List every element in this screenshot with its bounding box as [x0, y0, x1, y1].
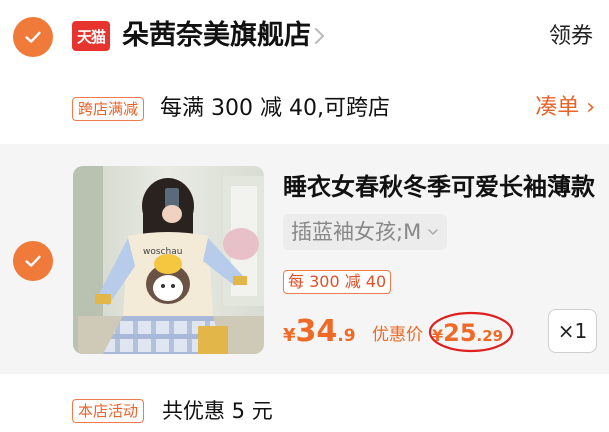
discount-price-label: 优惠价: [372, 325, 423, 345]
check-icon: [25, 31, 41, 43]
item-price: ¥34.9: [283, 314, 356, 349]
item-discount-tag: 每 300 减 40: [283, 270, 392, 294]
cross-store-discount-tag: 跨店满减: [72, 97, 145, 121]
combine-order-link[interactable]: 凑单 ›: [535, 92, 595, 124]
promo-description: 每满 300 减 40,可跨店: [160, 96, 390, 121]
store-activity-row: 本店活动 共优惠 5 元: [0, 374, 609, 432]
tmall-logo: 天猫: [72, 21, 110, 51]
sku-selector[interactable]: 插蓝袖女孩;M: [283, 214, 448, 250]
total-discount-text: 共优惠 5 元: [162, 399, 273, 423]
sku-value: 插蓝袖女孩;M: [291, 220, 422, 244]
item-select-checkbox[interactable]: [13, 241, 53, 281]
check-icon: [25, 255, 41, 267]
store-activity-tag: 本店活动: [72, 399, 145, 423]
store-name[interactable]: 朵茜奈美旗舰店: [122, 18, 311, 54]
store-select-checkbox[interactable]: [13, 17, 53, 57]
product-image[interactable]: woschau: [73, 166, 264, 354]
chevron-right-icon[interactable]: [312, 24, 328, 48]
get-coupon-button[interactable]: 领券: [549, 22, 593, 52]
quantity-stepper[interactable]: ×1: [548, 309, 597, 353]
discount-price: ¥25.29: [432, 319, 504, 347]
product-title[interactable]: 睡衣女春秋冬季可爱长袖薄款: [283, 170, 595, 204]
promo-row: 跨店满减 每满 300 减 40,可跨店 凑单 ›: [0, 74, 609, 144]
cart-item: woschau 睡衣女春秋冬季可爱长袖薄款 插蓝袖女孩;M 每 300 减 40…: [0, 144, 609, 374]
store-header: 天猫 朵茜奈美旗舰店 领券: [0, 0, 609, 74]
chevron-down-icon: [428, 229, 438, 235]
